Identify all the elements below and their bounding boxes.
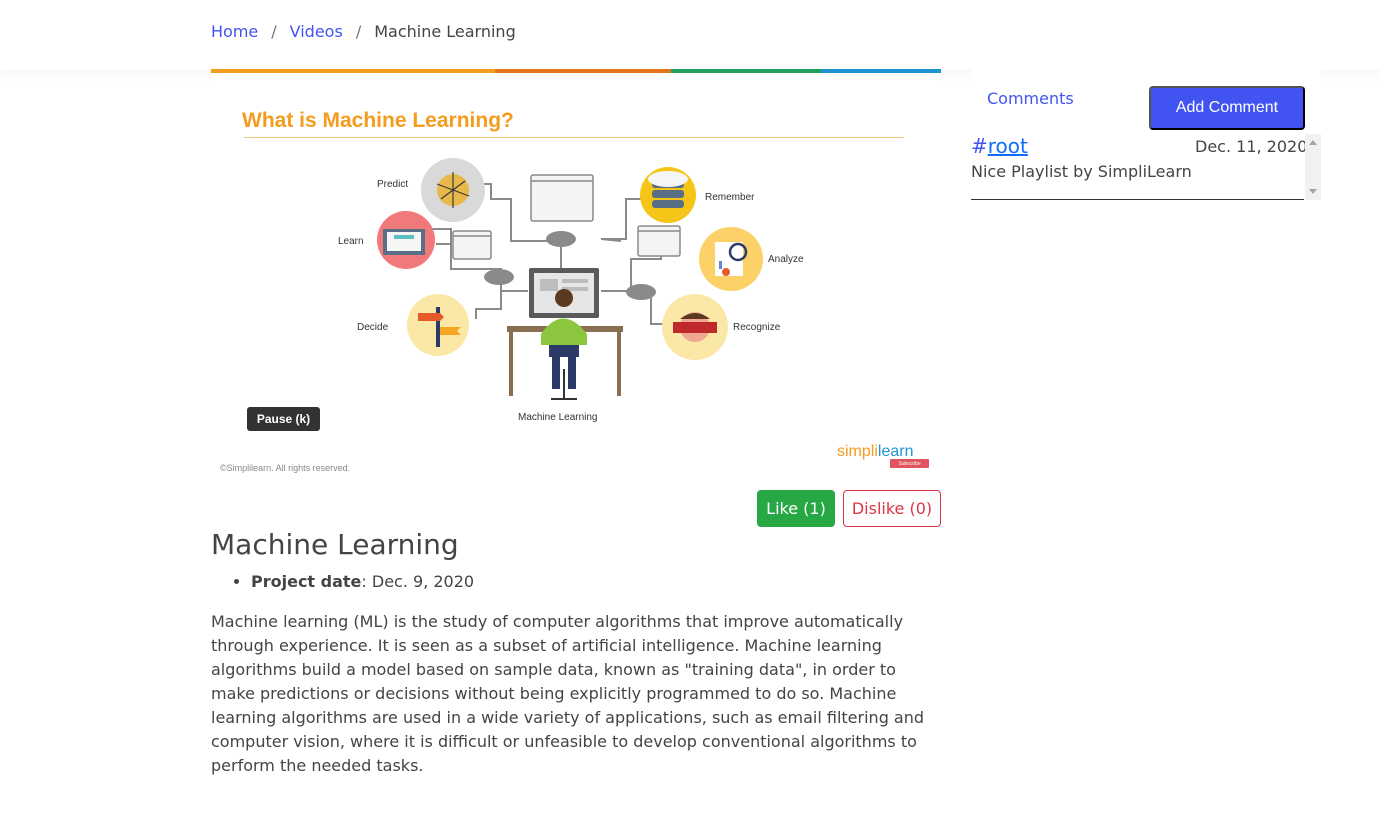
comment-hash: #	[971, 134, 988, 158]
label-analyze: Analyze	[768, 254, 804, 265]
subscribe-badge[interactable]: Subscribe	[890, 459, 929, 468]
label-decide: Decide	[357, 322, 389, 333]
video-copyright: ©Simplilearn. All rights reserved.	[220, 463, 351, 473]
pause-button[interactable]: Pause (k)	[247, 407, 320, 431]
comments-scrollbar[interactable]	[1305, 134, 1321, 200]
video-player[interactable]: What is Machine Learning? Predict Learn …	[211, 69, 941, 479]
project-date-label: Project date	[251, 572, 362, 591]
scroll-down-arrow-icon[interactable]	[1309, 189, 1317, 194]
label-remember: Remember	[705, 192, 755, 203]
label-predict: Predict	[377, 179, 408, 190]
comment-divider	[971, 199, 1304, 200]
ml-diagram-labels: Predict Learn Decide Remember Analyze Re…	[338, 179, 804, 423]
breadcrumb-videos-link[interactable]: Videos	[290, 22, 343, 41]
breadcrumb-current: Machine Learning	[374, 22, 516, 41]
label-machine-learning: Machine Learning	[518, 412, 598, 423]
comment-author: #root	[971, 134, 1028, 158]
page-title: Machine Learning	[211, 528, 459, 561]
comments-tab[interactable]: Comments	[987, 89, 1074, 108]
project-date-value: : Dec. 9, 2020	[361, 572, 475, 591]
breadcrumb-separator: /	[355, 22, 362, 41]
comment-date: Dec. 11, 2020	[1195, 137, 1308, 156]
breadcrumb-home-link[interactable]: Home	[211, 22, 258, 41]
top-header: Home / Videos / Machine Learning	[0, 0, 1381, 70]
project-meta-list: Project date: Dec. 9, 2020	[251, 572, 474, 591]
comments-panel: Comments Add Comment #root Dec. 11, 2020…	[971, 70, 1321, 200]
project-date-item: Project date: Dec. 9, 2020	[251, 572, 474, 591]
logo-text-part1: simpli	[837, 443, 878, 460]
logo-text-part2: learn	[877, 443, 914, 460]
dislike-button[interactable]: Dislike (0)	[843, 490, 941, 527]
comment-author-link[interactable]: root	[988, 134, 1028, 158]
label-learn: Learn	[338, 236, 364, 247]
breadcrumb-separator: /	[271, 22, 277, 41]
label-recognize: Recognize	[733, 322, 781, 333]
comment-text: Nice Playlist by SimpliLearn	[971, 162, 1192, 181]
comment-list[interactable]: #root Dec. 11, 2020 Nice Playlist by Sim…	[971, 134, 1321, 200]
like-button[interactable]: Like (1)	[757, 490, 835, 527]
post-description: Machine learning (ML) is the study of co…	[211, 612, 925, 775]
add-comment-button[interactable]: Add Comment	[1149, 86, 1305, 130]
scroll-up-arrow-icon[interactable]	[1309, 140, 1317, 145]
breadcrumb: Home / Videos / Machine Learning	[211, 22, 516, 41]
